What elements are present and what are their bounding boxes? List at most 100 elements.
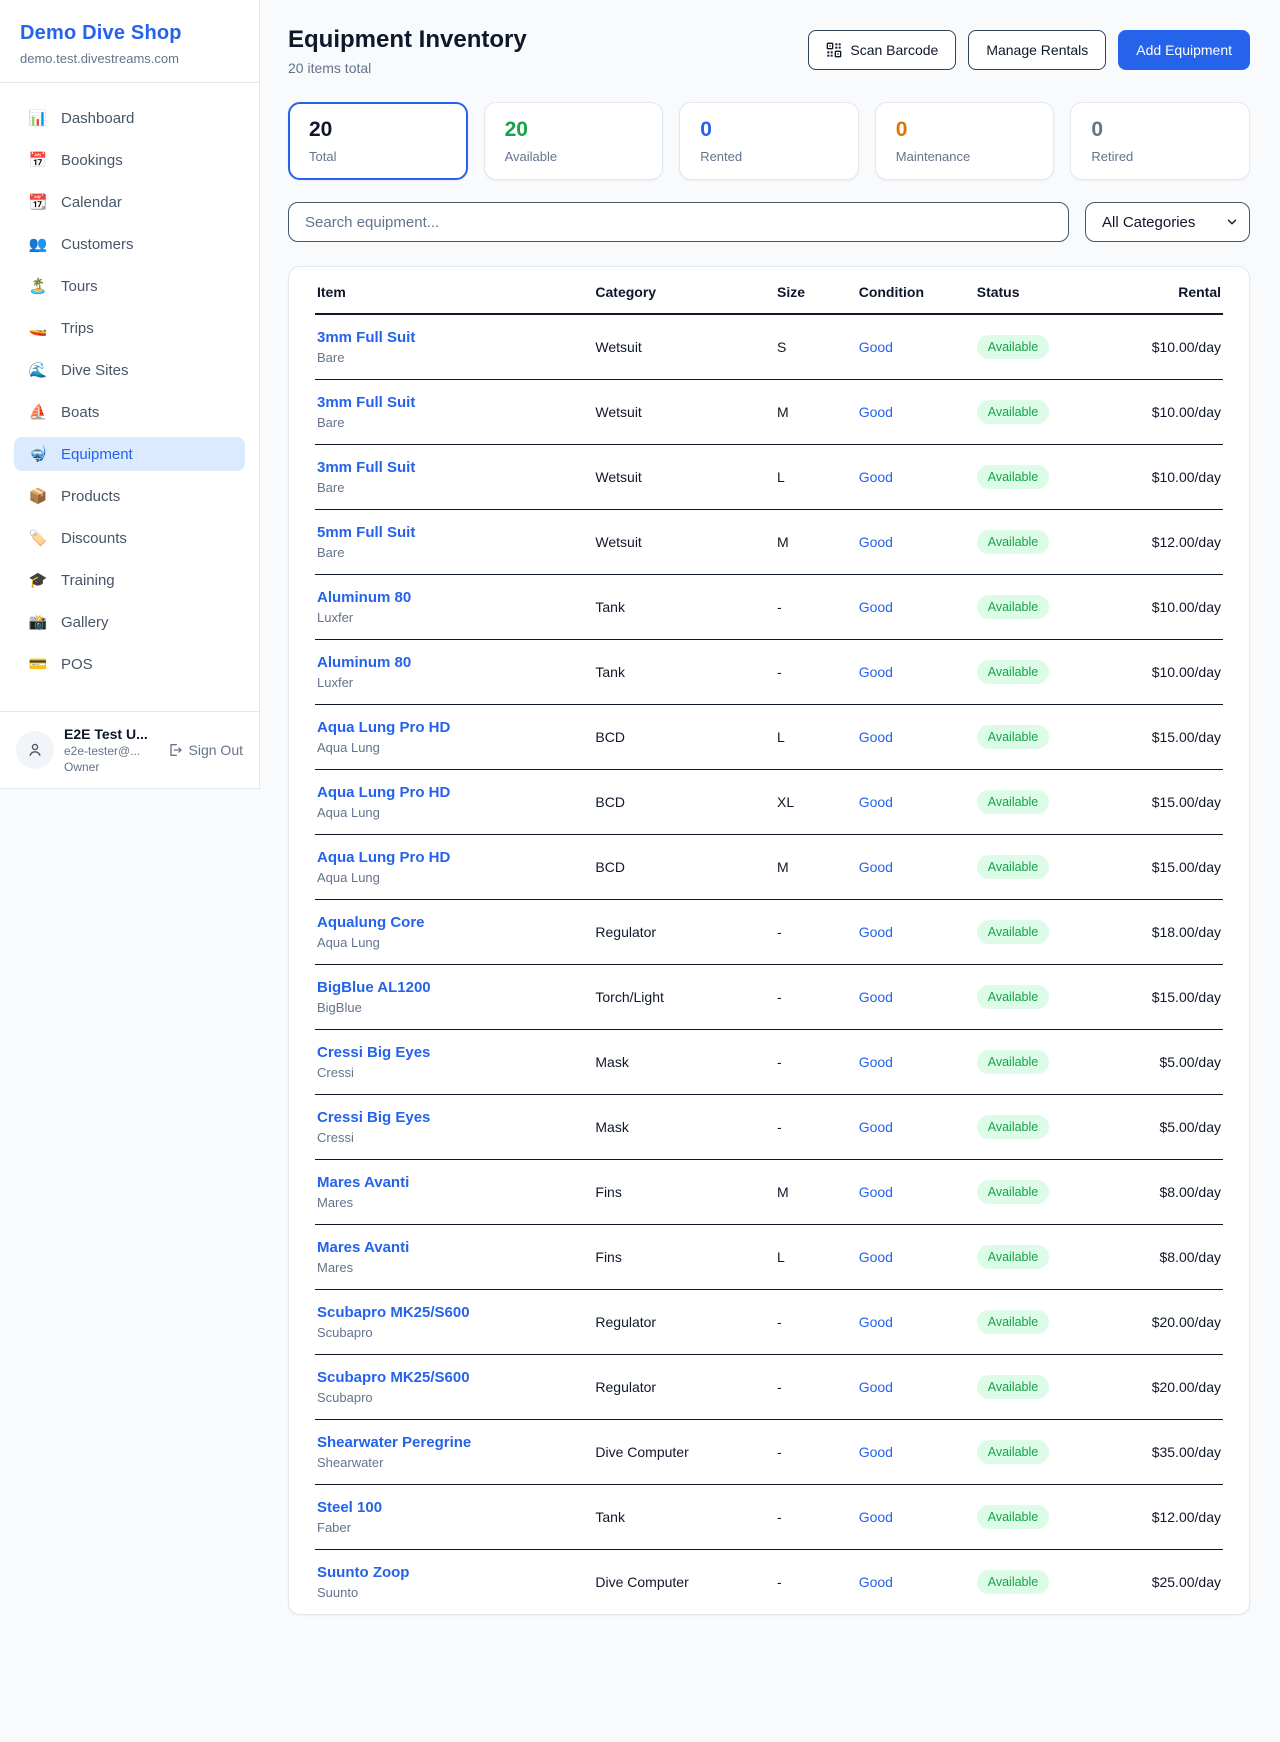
item-name-link[interactable]: Aqua Lung Pro HD <box>317 849 579 866</box>
condition-link[interactable]: Good <box>859 1379 893 1395</box>
item-name-link[interactable]: Mares Avanti <box>317 1174 579 1191</box>
nav-item-icon: 🌊 <box>28 361 48 379</box>
sidebar-item-discounts[interactable]: 🏷️ Discounts <box>14 521 245 555</box>
condition-link[interactable]: Good <box>859 1184 893 1200</box>
add-equipment-button[interactable]: Add Equipment <box>1118 30 1250 70</box>
sidebar-item-equipment[interactable]: 🤿 Equipment <box>14 437 245 471</box>
nav-item-label: Products <box>61 488 120 505</box>
condition-link[interactable]: Good <box>859 1574 893 1590</box>
manage-rentals-button[interactable]: Manage Rentals <box>968 30 1106 70</box>
condition-link[interactable]: Good <box>859 1249 893 1265</box>
rental-cell: $25.00/day <box>1123 1550 1223 1615</box>
barcode-scan-icon <box>826 42 842 58</box>
item-name-link[interactable]: Shearwater Peregrine <box>317 1434 579 1451</box>
table-body: 3mm Full Suit Bare Wetsuit S Good Availa… <box>315 314 1223 1614</box>
sidebar-item-dashboard[interactable]: 📊 Dashboard <box>14 101 245 135</box>
sidebar-item-calendar[interactable]: 📆 Calendar <box>14 185 245 219</box>
nav-item-icon: 📅 <box>28 151 48 169</box>
status-cell: Available <box>969 510 1123 575</box>
sidebar-item-boats[interactable]: ⛵ Boats <box>14 395 245 429</box>
nav-item-label: Discounts <box>61 530 127 547</box>
rental-price: $20.00/day <box>1152 1314 1221 1330</box>
sidebar-item-training[interactable]: 🎓 Training <box>14 563 245 597</box>
table-row: Scubapro MK25/S600 Scubapro Regulator - … <box>315 1290 1223 1355</box>
category-cell: Fins <box>587 1160 769 1225</box>
item-name-link[interactable]: Steel 100 <box>317 1499 579 1516</box>
condition-link[interactable]: Good <box>859 794 893 810</box>
user-block: E2E Test U... e2e-tester@... Owner Sign … <box>0 711 259 788</box>
stat-card-rented[interactable]: 0 Rented <box>679 102 859 180</box>
condition-link[interactable]: Good <box>859 534 893 550</box>
item-name-link[interactable]: 3mm Full Suit <box>317 329 579 346</box>
rental-price: $12.00/day <box>1152 1509 1221 1525</box>
stat-card-total[interactable]: 20 Total <box>288 102 468 180</box>
condition-link[interactable]: Good <box>859 729 893 745</box>
rental-cell: $15.00/day <box>1123 835 1223 900</box>
condition-cell: Good <box>851 1095 969 1160</box>
status-cell: Available <box>969 640 1123 705</box>
item-name-link[interactable]: 5mm Full Suit <box>317 524 579 541</box>
sidebar-item-gallery[interactable]: 📸 Gallery <box>14 605 245 639</box>
item-name-link[interactable]: 3mm Full Suit <box>317 394 579 411</box>
condition-link[interactable]: Good <box>859 339 893 355</box>
status-cell: Available <box>969 575 1123 640</box>
condition-link[interactable]: Good <box>859 1054 893 1070</box>
rental-cell: $15.00/day <box>1123 965 1223 1030</box>
scan-barcode-label: Scan Barcode <box>850 42 938 58</box>
item-name-link[interactable]: Cressi Big Eyes <box>317 1109 579 1126</box>
condition-link[interactable]: Good <box>859 404 893 420</box>
condition-link[interactable]: Good <box>859 1509 893 1525</box>
item-name-link[interactable]: BigBlue AL1200 <box>317 979 579 996</box>
item-name-link[interactable]: Aluminum 80 <box>317 654 579 671</box>
stat-card-retired[interactable]: 0 Retired <box>1070 102 1250 180</box>
item-name-link[interactable]: Aqualung Core <box>317 914 579 931</box>
sidebar-item-tours[interactable]: 🏝️ Tours <box>14 269 245 303</box>
condition-link[interactable]: Good <box>859 859 893 875</box>
sidebar-item-customers[interactable]: 👥 Customers <box>14 227 245 261</box>
table-row: 3mm Full Suit Bare Wetsuit M Good Availa… <box>315 380 1223 445</box>
filter-row: All Categories <box>288 202 1250 242</box>
item-name-link[interactable]: Cressi Big Eyes <box>317 1044 579 1061</box>
size-cell: S <box>769 314 851 380</box>
condition-link[interactable]: Good <box>859 1444 893 1460</box>
condition-link[interactable]: Good <box>859 1314 893 1330</box>
item-name-link[interactable]: Scubapro MK25/S600 <box>317 1369 579 1386</box>
item-name-link[interactable]: Mares Avanti <box>317 1239 579 1256</box>
sidebar-item-dive-sites[interactable]: 🌊 Dive Sites <box>14 353 245 387</box>
rental-cell: $12.00/day <box>1123 1485 1223 1550</box>
item-cell: Aqua Lung Pro HD Aqua Lung <box>315 770 587 835</box>
item-brand: Faber <box>317 1520 579 1535</box>
sidebar-item-pos[interactable]: 💳 POS <box>14 647 245 681</box>
condition-link[interactable]: Good <box>859 989 893 1005</box>
stat-card-maintenance[interactable]: 0 Maintenance <box>875 102 1055 180</box>
condition-link[interactable]: Good <box>859 599 893 615</box>
scan-barcode-button[interactable]: Scan Barcode <box>808 30 956 70</box>
condition-cell: Good <box>851 640 969 705</box>
category-select[interactable]: All Categories <box>1085 202 1250 242</box>
sidebar-item-products[interactable]: 📦 Products <box>14 479 245 513</box>
size-cell: M <box>769 835 851 900</box>
size-cell: - <box>769 1485 851 1550</box>
sidebar-item-bookings[interactable]: 📅 Bookings <box>14 143 245 177</box>
item-name-link[interactable]: Scubapro MK25/S600 <box>317 1304 579 1321</box>
condition-link[interactable]: Good <box>859 924 893 940</box>
category-cell: Tank <box>587 640 769 705</box>
sign-out-button[interactable]: Sign Out <box>167 742 243 758</box>
condition-link[interactable]: Good <box>859 1119 893 1135</box>
size-cell: M <box>769 510 851 575</box>
rental-cell: $8.00/day <box>1123 1160 1223 1225</box>
column-header-size: Size <box>769 267 851 314</box>
item-name-link[interactable]: Aqua Lung Pro HD <box>317 719 579 736</box>
search-input[interactable] <box>288 202 1069 242</box>
stat-card-available[interactable]: 20 Available <box>484 102 664 180</box>
sidebar-item-trips[interactable]: 🚤 Trips <box>14 311 245 345</box>
item-name-link[interactable]: Aqua Lung Pro HD <box>317 784 579 801</box>
condition-link[interactable]: Good <box>859 469 893 485</box>
item-name-link[interactable]: Aluminum 80 <box>317 589 579 606</box>
condition-link[interactable]: Good <box>859 664 893 680</box>
rental-price: $8.00/day <box>1160 1249 1222 1265</box>
category-cell: Regulator <box>587 1355 769 1420</box>
item-name-link[interactable]: 3mm Full Suit <box>317 459 579 476</box>
table-row: BigBlue AL1200 BigBlue Torch/Light - Goo… <box>315 965 1223 1030</box>
item-name-link[interactable]: Suunto Zoop <box>317 1564 579 1581</box>
